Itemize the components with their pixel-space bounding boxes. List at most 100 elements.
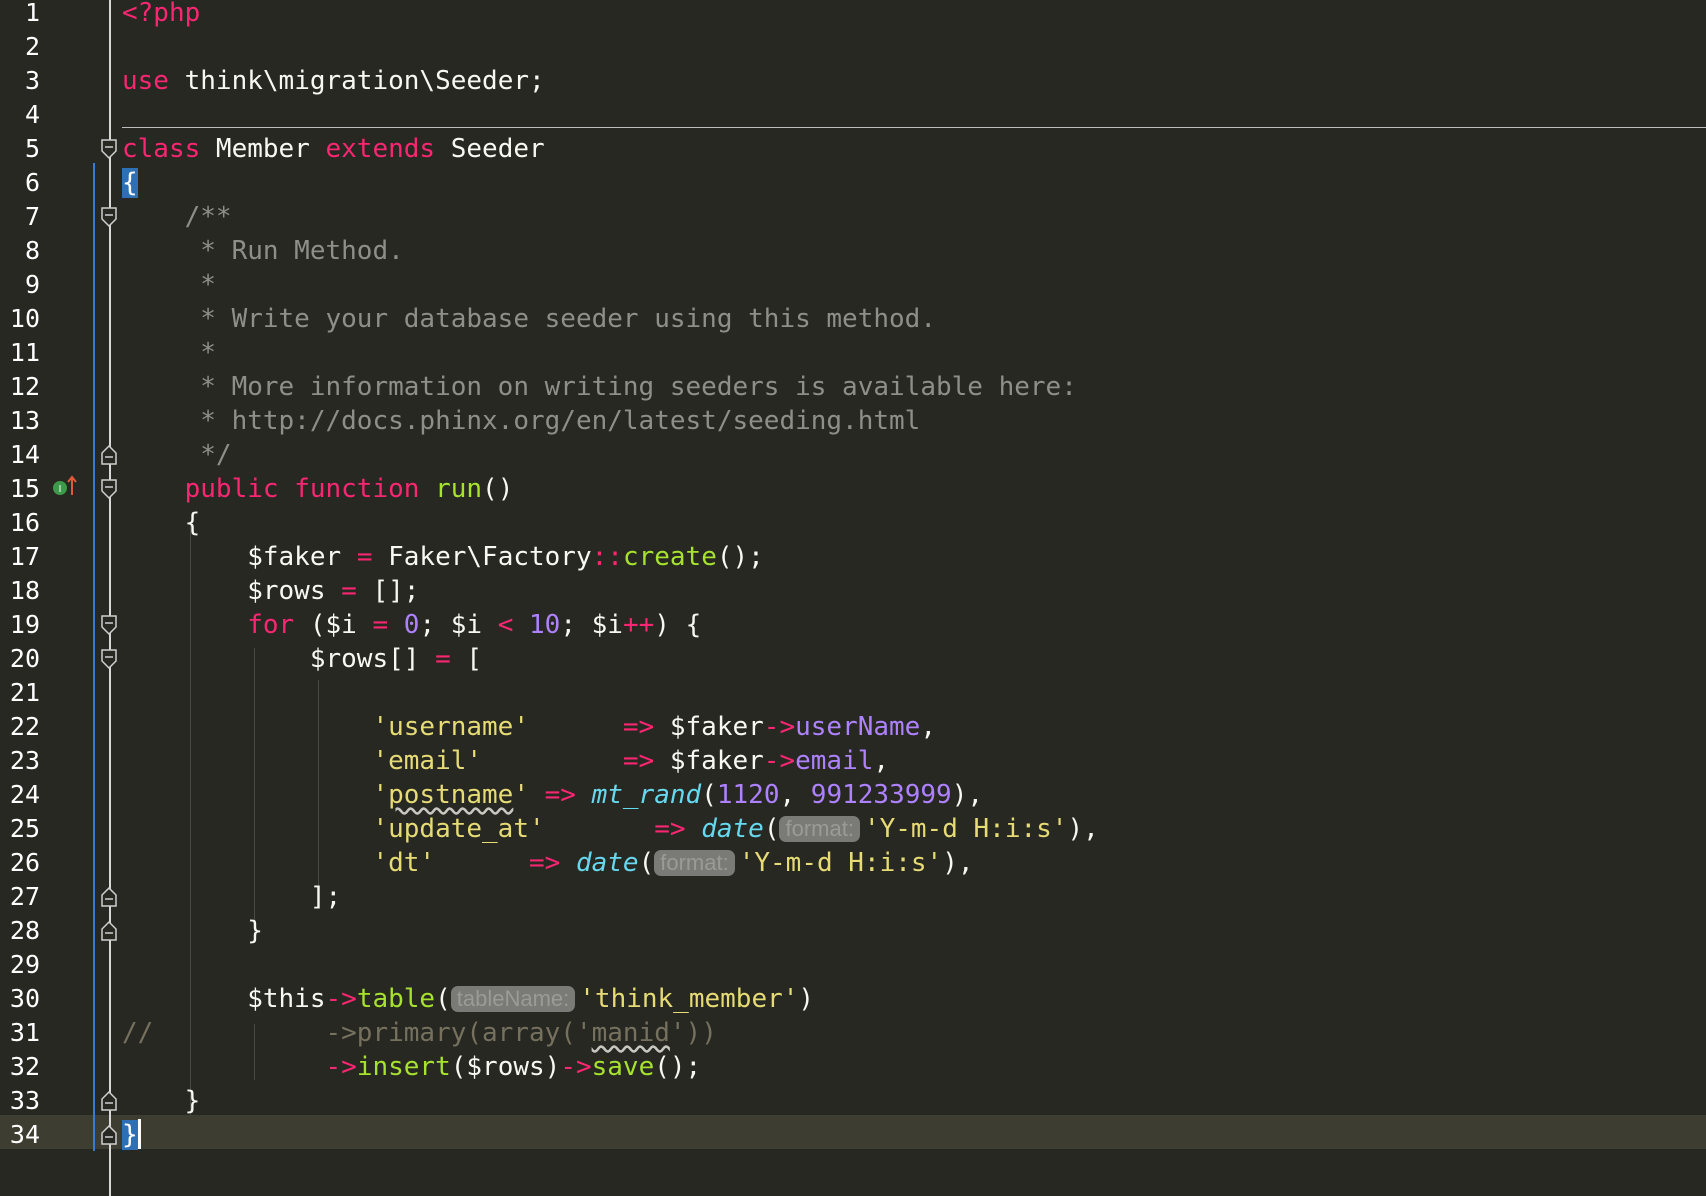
code-line[interactable]: 5 class Member extends Seeder — [0, 132, 1706, 166]
code-line[interactable]: 15 public function run() — [0, 472, 1706, 506]
code-line[interactable]: 22 'username' => $faker->userName, — [0, 710, 1706, 744]
code-line[interactable]: 24 'postname' => mt_rand(1120, 991233999… — [0, 778, 1706, 812]
line-number: 18 — [9, 576, 40, 605]
line-code[interactable]: use think\migration\Seeder; — [122, 64, 545, 98]
line-number: 3 — [24, 66, 40, 95]
code-token: } — [122, 1086, 201, 1116]
code-line[interactable]: 18 $rows = []; — [0, 574, 1706, 608]
line-code[interactable]: { — [122, 166, 138, 200]
code-token: postname — [388, 780, 514, 810]
code-token: (); — [654, 1052, 702, 1082]
fold-open-icon[interactable] — [101, 649, 117, 669]
code-line[interactable]: 26 'dt' => date(format: 'Y-m-d H:i:s'), — [0, 846, 1706, 880]
line-code[interactable]: ]; — [122, 880, 341, 914]
code-line[interactable]: 30 $this->table(tableName:'think_member'… — [0, 982, 1706, 1016]
line-code[interactable]: * http://docs.phinx.org/en/latest/seedin… — [122, 404, 920, 438]
line-code[interactable]: $faker = Faker\Factory::create(); — [122, 540, 764, 574]
line-code[interactable]: * Run Method. — [122, 234, 404, 268]
line-code[interactable]: 'dt' => date(format: 'Y-m-d H:i:s'), — [122, 846, 973, 880]
code-line[interactable]: 7 /** — [0, 200, 1706, 234]
line-number: 33 — [9, 1086, 40, 1115]
line-code[interactable]: } — [122, 914, 263, 948]
code-line[interactable]: 29 — [0, 948, 1706, 982]
line-code[interactable]: { — [122, 506, 201, 540]
fold-open-icon[interactable] — [101, 479, 117, 499]
line-number: 17 — [9, 542, 40, 571]
code-token: []; — [372, 576, 420, 606]
line-code[interactable]: 'email' => $faker->email, — [122, 744, 889, 778]
line-number: 30 — [9, 984, 40, 1013]
code-token: -> — [560, 1052, 592, 1082]
code-line[interactable]: 9 * — [0, 268, 1706, 302]
code-line[interactable]: 20 $rows[] = [ — [0, 642, 1706, 676]
code-line[interactable]: 13 * http://docs.phinx.org/en/latest/see… — [0, 404, 1706, 438]
line-code[interactable]: } — [122, 1084, 201, 1118]
code-line[interactable]: 14 */ — [0, 438, 1706, 472]
code-line[interactable]: 6{ — [0, 166, 1706, 200]
line-code[interactable]: /** — [122, 200, 232, 234]
line-code[interactable]: $rows = []; — [122, 574, 419, 608]
code-line[interactable]: 27 ]; — [0, 880, 1706, 914]
code-line[interactable]: 17 $faker = Faker\Factory::create(); — [0, 540, 1706, 574]
line-code[interactable]: 'update_at' => date(format: 'Y-m-d H:i:s'… — [122, 812, 1098, 846]
code-token: insert — [356, 1052, 451, 1082]
code-line[interactable]: 10 * Write your database seeder using th… — [0, 302, 1706, 336]
line-code[interactable]: for ($i = 0; $i < 10; $i++) { — [122, 608, 701, 642]
code-line[interactable]: 1 <?php — [0, 0, 1706, 30]
code-line[interactable]: 3 use think\migration\Seeder; — [0, 64, 1706, 98]
code-line[interactable]: 2 — [0, 30, 1706, 64]
fold-close-icon[interactable] — [101, 1091, 117, 1111]
code-token: class — [122, 134, 216, 164]
code-token: ' — [513, 780, 545, 810]
fold-close-icon[interactable] — [101, 887, 117, 907]
code-line[interactable]: 4 — [0, 98, 1706, 132]
fold-open-icon[interactable] — [101, 207, 117, 227]
line-code[interactable]: $this->table(tableName:'think_member') — [122, 982, 814, 1016]
code-token: } — [122, 1120, 138, 1150]
code-token: run — [435, 474, 483, 504]
code-line[interactable]: 33 } — [0, 1084, 1706, 1118]
code-line[interactable]: 34} — [0, 1118, 1706, 1152]
line-code[interactable]: $rows[] = [ — [122, 642, 482, 676]
line-number: 19 — [9, 610, 40, 639]
fold-close-icon[interactable] — [101, 1125, 117, 1145]
code-line[interactable]: 28 } — [0, 914, 1706, 948]
code-line[interactable]: 16 { — [0, 506, 1706, 540]
line-code[interactable]: * — [122, 268, 216, 302]
line-code[interactable]: * More information on writing seeders is… — [122, 370, 1077, 404]
code-token: 0 — [403, 610, 420, 640]
code-line[interactable]: 8 * Run Method. — [0, 234, 1706, 268]
code-token: ( — [763, 814, 780, 844]
line-code[interactable]: * — [122, 336, 216, 370]
code-editor[interactable]: I 1 <?php 2 3 use think\migration\Seeder; 4 5 c… — [0, 0, 1706, 1196]
code-token: [ — [466, 644, 483, 674]
line-code[interactable]: 'postname' => mt_rand(1120, 991233999), — [122, 778, 983, 812]
fold-close-icon[interactable] — [101, 445, 117, 465]
code-line[interactable]: 23 'email' => $faker->email, — [0, 744, 1706, 778]
code-line[interactable]: 19 for ($i = 0; $i < 10; $i++) { — [0, 608, 1706, 642]
code-line[interactable]: 11 * — [0, 336, 1706, 370]
code-line[interactable]: 25 'update_at' => date(format: 'Y-m-d H:i… — [0, 812, 1706, 846]
line-number: 24 — [9, 780, 40, 809]
line-code[interactable]: class Member extends Seeder — [122, 132, 545, 166]
code-line[interactable]: 12 * More information on writing seeders… — [0, 370, 1706, 404]
code-line[interactable]: 31 // ->primary(array('manid')) — [0, 1016, 1706, 1050]
line-code[interactable]: } — [122, 1118, 141, 1152]
line-code[interactable]: // ->primary(array('manid')) — [122, 1016, 717, 1050]
fold-open-icon[interactable] — [101, 139, 117, 159]
code-token: -> — [325, 1052, 357, 1082]
line-code[interactable]: 'username' => $faker->userName, — [122, 710, 936, 744]
code-token: ($i — [309, 610, 373, 640]
fold-open-icon[interactable] — [101, 615, 117, 635]
code-token: => — [622, 746, 670, 776]
line-code[interactable]: * Write your database seeder using this … — [122, 302, 936, 336]
code-line[interactable]: 21 — [0, 676, 1706, 710]
code-line[interactable]: 32 ->insert($rows)->save(); — [0, 1050, 1706, 1084]
code-token: * — [122, 270, 216, 300]
line-code[interactable]: public function run() — [122, 472, 514, 506]
fold-close-icon[interactable] — [101, 921, 117, 941]
line-number: 23 — [9, 746, 40, 775]
line-code[interactable]: <?php — [122, 0, 200, 30]
line-code[interactable]: */ — [122, 438, 231, 472]
line-code[interactable]: ->insert($rows)->save(); — [122, 1050, 702, 1084]
